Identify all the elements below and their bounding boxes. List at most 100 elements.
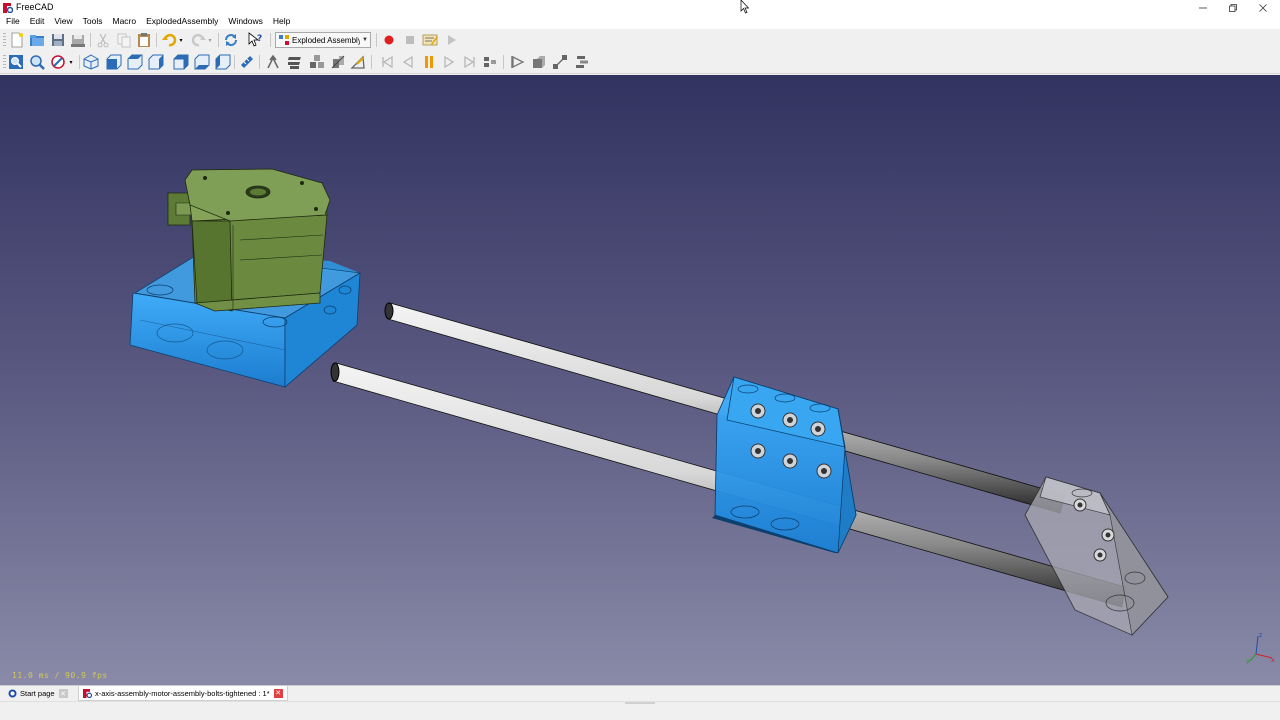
create-group-icon (267, 54, 279, 69)
minimize-button[interactable] (1188, 0, 1218, 15)
bottom-view-button[interactable] (193, 53, 211, 71)
bolt-group-button[interactable] (287, 53, 305, 71)
bolt-group-icon (288, 57, 301, 69)
toolbar-view: ▾ (0, 51, 1280, 74)
toolbar-grip[interactable] (3, 33, 6, 47)
edit-macro-icon (422, 34, 438, 46)
axis-y-label: y (1246, 658, 1250, 664)
stop-macro-icon (406, 36, 414, 44)
carriage-block[interactable] (712, 376, 857, 554)
restore-button[interactable] (1218, 0, 1248, 15)
menu-file[interactable]: File (0, 15, 25, 29)
toolbar-file: ▾ ▾ ? Exploded Assembly ▼ (0, 29, 1280, 51)
align-button[interactable] (551, 53, 569, 71)
place-before-button[interactable] (530, 53, 548, 71)
pause-icon (425, 56, 433, 68)
open-button[interactable] (28, 31, 46, 49)
copy-button[interactable] (115, 31, 133, 49)
create-group-button[interactable] (264, 53, 282, 71)
pause-button[interactable] (420, 53, 438, 71)
tab-label: Start page (20, 689, 55, 698)
record-macro-button[interactable] (380, 31, 398, 49)
animation-camera-icon (511, 55, 525, 69)
save-button[interactable] (49, 31, 67, 49)
draw-style-icon (51, 55, 65, 69)
cut-button[interactable] (94, 31, 112, 49)
paste-icon (138, 33, 150, 47)
paste-button[interactable] (135, 31, 153, 49)
cut-icon (97, 33, 109, 48)
previous-step-button[interactable] (399, 53, 417, 71)
new-document-button[interactable] (8, 31, 26, 49)
go-to-start-button[interactable] (378, 53, 396, 71)
save-icon (52, 34, 64, 46)
draw-style-dropdown[interactable]: ▾ (66, 53, 76, 71)
right-view-button[interactable] (147, 53, 165, 71)
refresh-button[interactable] (222, 31, 240, 49)
open-icon (30, 35, 44, 46)
copy-icon (117, 33, 131, 48)
redo-dropdown[interactable]: ▾ (205, 31, 215, 49)
whats-this-button[interactable]: ? (246, 31, 264, 49)
left-view-button[interactable] (214, 53, 232, 71)
undo-icon (162, 33, 177, 47)
window-title: FreeCAD (16, 2, 54, 12)
tab-label: x-axis-assembly-motor-assembly-bolts-tig… (95, 688, 270, 698)
menu-windows[interactable]: Windows (223, 15, 267, 29)
fit-selection-icon (30, 55, 45, 70)
front-view-button[interactable] (105, 53, 123, 71)
run-macro-button[interactable] (442, 31, 460, 49)
draw-style-button[interactable] (49, 53, 67, 71)
top-view-button[interactable] (126, 53, 144, 71)
isometric-icon (83, 54, 99, 70)
place-before-icon (533, 56, 545, 68)
idler-end-block[interactable] (1024, 476, 1169, 636)
toolbar-grip[interactable] (3, 55, 6, 69)
stack-button[interactable] (573, 53, 591, 71)
play-icon (444, 55, 455, 69)
play-button[interactable] (440, 53, 458, 71)
menu-bar: File Edit View Tools Macro ExplodedAssem… (0, 15, 1280, 29)
refresh-icon (225, 34, 237, 46)
simple-group-button[interactable] (308, 53, 326, 71)
3d-view[interactable]: 11.0 ms / 90.9 fps z x y (0, 75, 1280, 685)
go-to-end-button[interactable] (461, 53, 479, 71)
close-tab-icon[interactable]: ✕ (273, 688, 283, 698)
tab-start-page[interactable]: Start page ✕ (4, 686, 72, 701)
freecad-window: FreeCAD File Edit View Tools Macro Explo… (0, 0, 1280, 720)
rear-view-icon (173, 54, 189, 70)
svg-text:?: ? (257, 34, 262, 44)
axis-z-label: z (1259, 632, 1262, 639)
document-tab-bar: Start page ✕ x-axis-assembly-motor-assem… (0, 685, 1280, 701)
start-page-icon (8, 689, 17, 698)
measure-button[interactable] (238, 53, 256, 71)
workbench-selector[interactable]: Exploded Assembly ▼ (275, 32, 371, 48)
edit-trajectory-button[interactable] (349, 53, 367, 71)
fit-all-button[interactable] (7, 53, 25, 71)
save-as-button[interactable] (69, 31, 87, 49)
fit-selection-button[interactable] (28, 53, 46, 71)
undo-dropdown[interactable]: ▾ (176, 31, 186, 49)
chevron-down-icon: ▼ (362, 37, 368, 43)
isometric-view-button[interactable] (82, 53, 100, 71)
animation-camera-button[interactable] (509, 53, 527, 71)
go-to-selected-button[interactable] (481, 53, 499, 71)
rear-view-button[interactable] (172, 53, 190, 71)
menu-tools[interactable]: Tools (78, 15, 108, 29)
menu-macro[interactable]: Macro (107, 15, 141, 29)
close-tab-icon[interactable]: ✕ (58, 689, 68, 698)
menu-edit[interactable]: Edit (25, 15, 50, 29)
menu-exploded-assembly[interactable]: ExplodedAssembly (141, 15, 223, 29)
edit-macro-button[interactable] (421, 31, 439, 49)
menu-help[interactable]: Help (268, 15, 295, 29)
right-view-icon (148, 54, 164, 70)
tab-document[interactable]: x-axis-assembly-motor-assembly-bolts-tig… (78, 686, 288, 701)
menu-view[interactable]: View (49, 15, 77, 29)
simple-group-icon (310, 55, 324, 68)
top-view-icon (127, 54, 143, 70)
align-icon (553, 55, 567, 69)
wire-group-button[interactable] (329, 53, 347, 71)
close-button[interactable] (1248, 0, 1278, 15)
workbench-selected-label: Exploded Assembly (292, 35, 360, 45)
stop-macro-button[interactable] (401, 31, 419, 49)
